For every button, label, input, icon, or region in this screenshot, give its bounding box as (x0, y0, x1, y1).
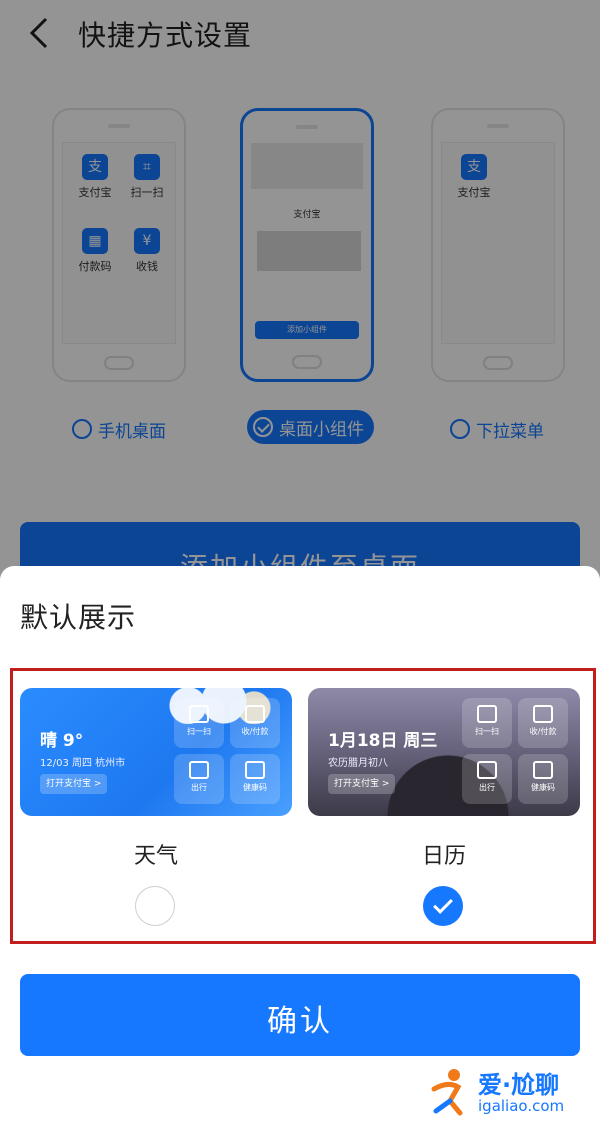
tile-label: 出行 (479, 783, 495, 792)
tile-label: 收/付款 (241, 727, 269, 736)
weather-sub-text: 12/03 周四 杭州市 (40, 758, 126, 769)
weather-radio[interactable] (135, 886, 175, 926)
confirm-button[interactable]: 确认 (20, 974, 580, 1056)
yuan-icon (245, 705, 265, 723)
default-display-sheet: 默认展示 晴 9° 12/03 周四 杭州市 打开支付宝 > 扫一扫 收/付款 … (0, 566, 600, 1130)
calendar-radio-checked[interactable] (423, 886, 463, 926)
travel-icon (477, 761, 497, 779)
scan-icon (189, 705, 209, 723)
running-figure-logo-icon (431, 1069, 463, 1116)
calendar-sub-text: 农历腊月初八 (328, 758, 388, 769)
tile-travel: 出行 (174, 754, 224, 804)
tile-label: 收/付款 (529, 727, 557, 736)
open-alipay-chip: 打开支付宝 > (40, 774, 108, 794)
yuan-icon (533, 705, 553, 723)
weather-widget-preview[interactable]: 晴 9° 12/03 周四 杭州市 打开支付宝 > 扫一扫 收/付款 出行 健康… (20, 688, 292, 816)
tile-travel: 出行 (462, 754, 512, 804)
tile-health-code: 健康码 (230, 754, 280, 804)
weather-main-text: 晴 9° (40, 731, 84, 751)
calendar-main-text: 1月18日 周三 (328, 731, 438, 751)
calendar-option-label: 日历 (421, 844, 466, 869)
health-code-icon (533, 761, 553, 779)
tile-scan: 扫一扫 (174, 698, 224, 748)
shortcut-tiles: 扫一扫 收/付款 出行 健康码 (462, 698, 570, 806)
tile-label: 出行 (191, 783, 207, 792)
open-alipay-chip: 打开支付宝 > (328, 774, 396, 794)
travel-icon (189, 761, 209, 779)
watermark-en: igaliao.com (478, 1097, 565, 1115)
tile-label: 扫一扫 (475, 727, 499, 736)
health-code-icon (245, 761, 265, 779)
shortcut-tiles: 扫一扫 收/付款 出行 健康码 (174, 698, 282, 806)
calendar-widget-preview[interactable]: 1月18日 周三 农历腊月初八 打开支付宝 > 扫一扫 收/付款 出行 健康码 (308, 688, 580, 816)
tile-label: 健康码 (243, 783, 267, 792)
tile-pay: 收/付款 (230, 698, 280, 748)
scan-icon (477, 705, 497, 723)
tile-pay: 收/付款 (518, 698, 568, 748)
watermark-cn: 爱·尬聊 (478, 1071, 560, 1099)
weather-option-label: 天气 (133, 844, 178, 869)
tile-scan: 扫一扫 (462, 698, 512, 748)
sheet-title: 默认展示 (20, 601, 137, 634)
watermark: 爱·尬聊 igaliao.com (428, 1063, 588, 1123)
tile-label: 健康码 (531, 783, 555, 792)
tile-health-code: 健康码 (518, 754, 568, 804)
tile-label: 扫一扫 (187, 727, 211, 736)
